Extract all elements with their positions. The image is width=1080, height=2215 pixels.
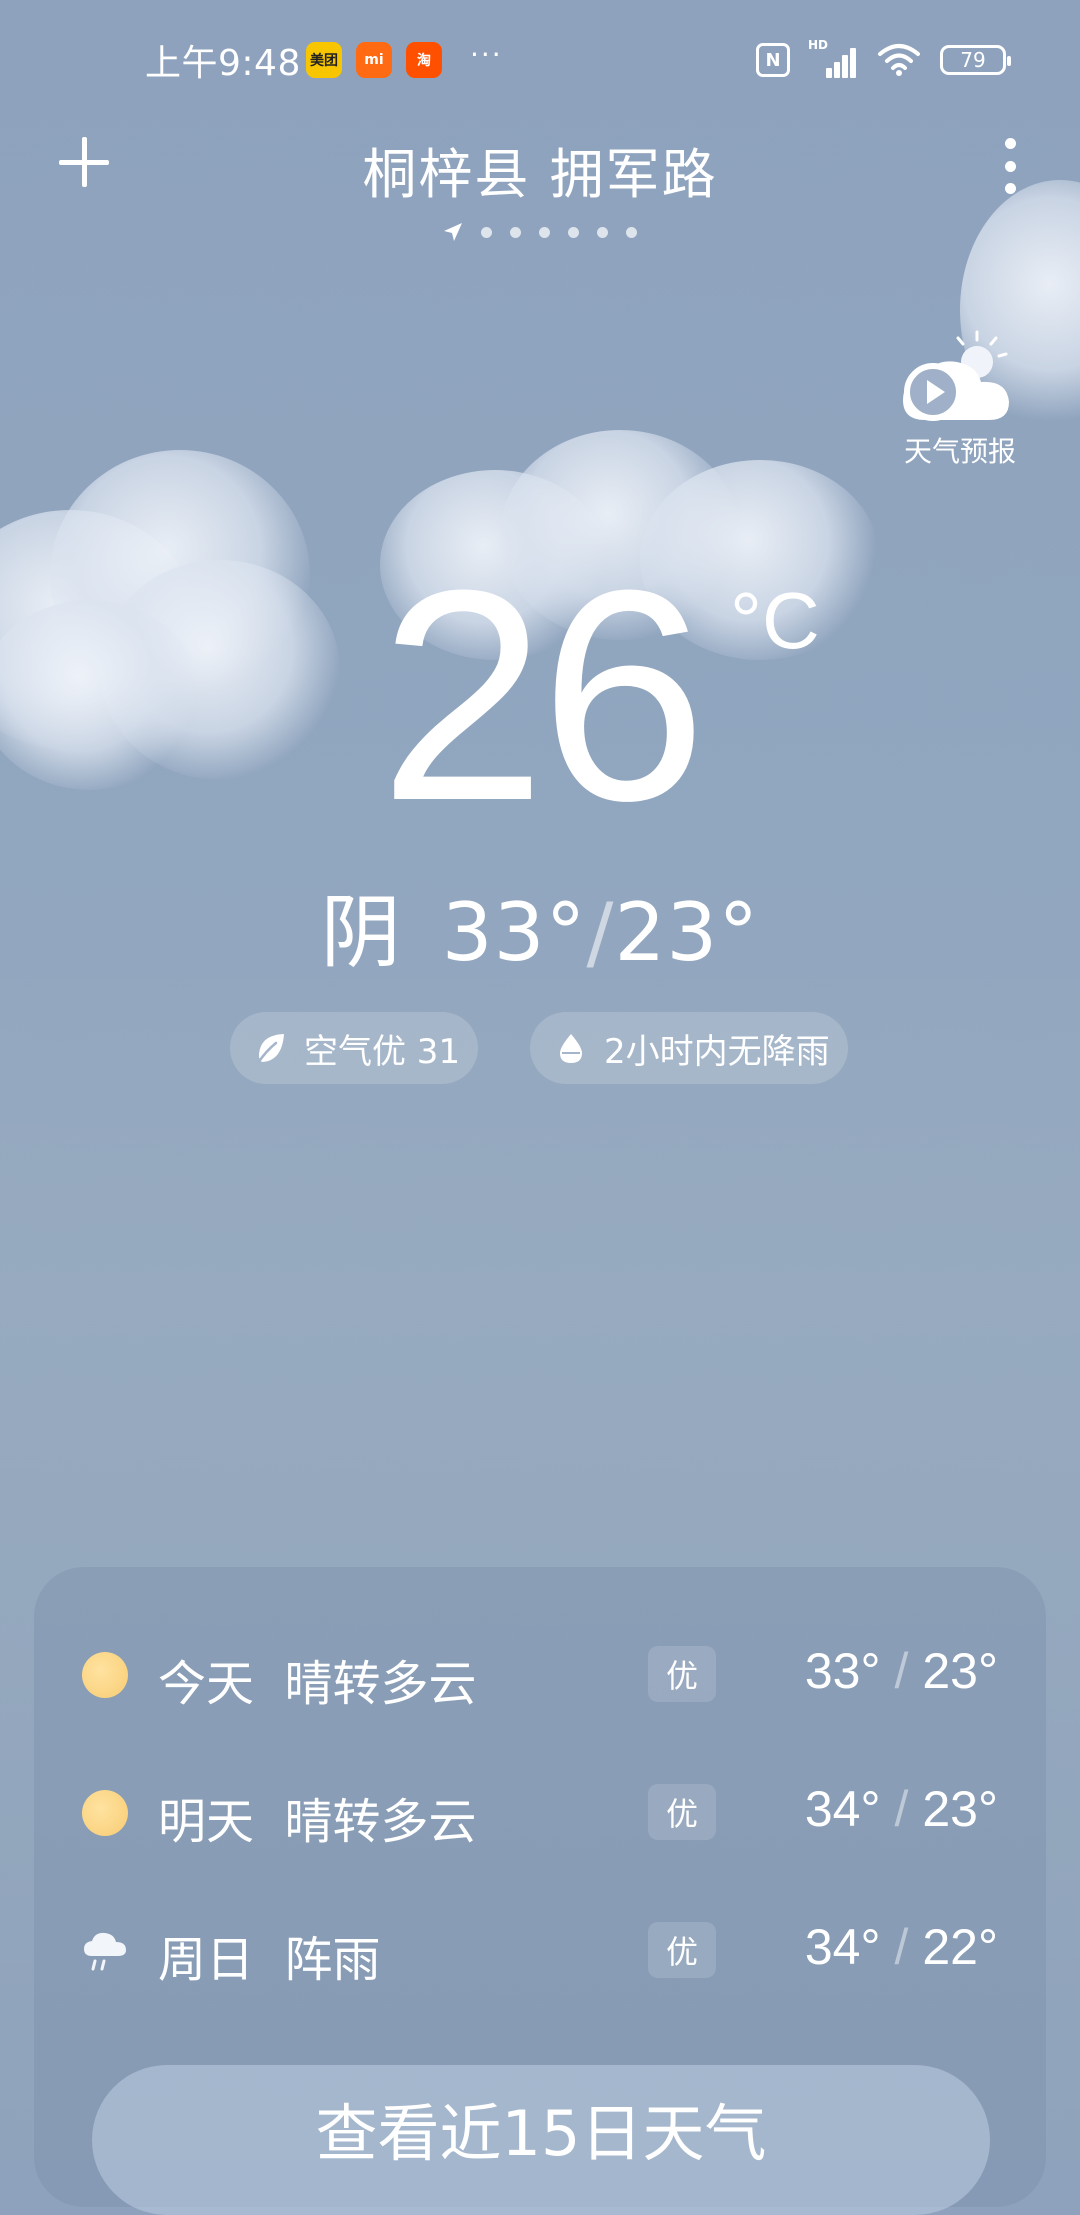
- more-options-button[interactable]: [998, 138, 1022, 194]
- hd-label: HD: [808, 38, 829, 52]
- status-time: 上午9:48: [145, 43, 301, 84]
- taobao-app-icon: 淘: [406, 42, 442, 78]
- view-15-day-forecast-button[interactable]: 查看近15日天气: [92, 2065, 990, 2215]
- page-dot: [539, 226, 550, 238]
- status-bar: 上午9:48 美团 mi 淘 ··· N HD 79: [0, 0, 1080, 120]
- today-high: 33°: [441, 886, 587, 979]
- location-arrow-icon: [444, 223, 462, 241]
- location-title[interactable]: 桐梓县 拥军路: [0, 130, 1080, 209]
- page-dot: [510, 226, 521, 238]
- high-low-separator: /: [586, 886, 615, 979]
- more-notifications-icon: ···: [470, 38, 503, 71]
- forecast-video-label: 天气预报: [903, 435, 1016, 468]
- rain-cloud-icon: [84, 1932, 126, 1971]
- temperature-unit: °C: [730, 576, 820, 665]
- sun-icon: [82, 1790, 128, 1836]
- droplet-icon: [560, 1034, 582, 1063]
- aqi-badge: 优: [648, 1784, 716, 1840]
- aqi-badge: 优: [648, 1922, 716, 1978]
- forecast-day-label: 今天 晴转多云: [158, 1656, 477, 1712]
- aqi-badge: 优: [648, 1646, 716, 1702]
- battery-icon: 79: [940, 45, 1011, 75]
- forecast-temp-range: 34°/23°: [804, 1781, 998, 1837]
- page-dot: [597, 226, 608, 238]
- forecast-temp-range: 34°/22°: [804, 1919, 998, 1975]
- page-dot: [481, 226, 492, 238]
- city-page-indicator: [0, 222, 1080, 242]
- forecast-day-label: 明天 晴转多云: [158, 1794, 477, 1850]
- air-quality-text: 空气优 31: [304, 1031, 461, 1072]
- forecast-row-tomorrow[interactable]: 明天 晴转多云 优 34°/23°: [34, 1762, 1046, 1862]
- today-low: 23°: [614, 886, 760, 979]
- current-temperature: 26: [379, 527, 707, 863]
- forecast-temp-range: 33°/23°: [804, 1643, 998, 1699]
- page-dot: [626, 226, 637, 238]
- wifi-icon: [878, 44, 920, 76]
- sun-icon: [82, 1652, 128, 1698]
- nfc-icon: N: [756, 43, 790, 77]
- current-condition: 阴: [320, 886, 402, 979]
- rain-forecast-pill[interactable]: 2小时内无降雨: [530, 1012, 848, 1084]
- page-dot: [568, 226, 579, 238]
- leaf-icon: [256, 1034, 284, 1065]
- forecast-day-label: 周日 阵雨: [158, 1932, 381, 1988]
- signal-icon: HD: [808, 38, 858, 78]
- meituan-app-icon: 美团: [306, 42, 342, 78]
- rain-forecast-text: 2小时内无降雨: [604, 1031, 830, 1072]
- condition-line: 阴 33°/23°: [0, 868, 1080, 984]
- play-cloud-icon: [903, 330, 1009, 421]
- mi-app-icon: mi: [356, 42, 392, 78]
- weather-forecast-video-button[interactable]: 天气预报: [895, 330, 1025, 470]
- forecast-row-today[interactable]: 今天 晴转多云 优 33°/23°: [34, 1624, 1046, 1724]
- air-quality-pill[interactable]: 空气优 31: [230, 1012, 478, 1084]
- forecast-row-sunday[interactable]: 周日 阵雨 优 34°/22°: [34, 1900, 1046, 2000]
- status-icons: N HD 79: [756, 38, 1011, 80]
